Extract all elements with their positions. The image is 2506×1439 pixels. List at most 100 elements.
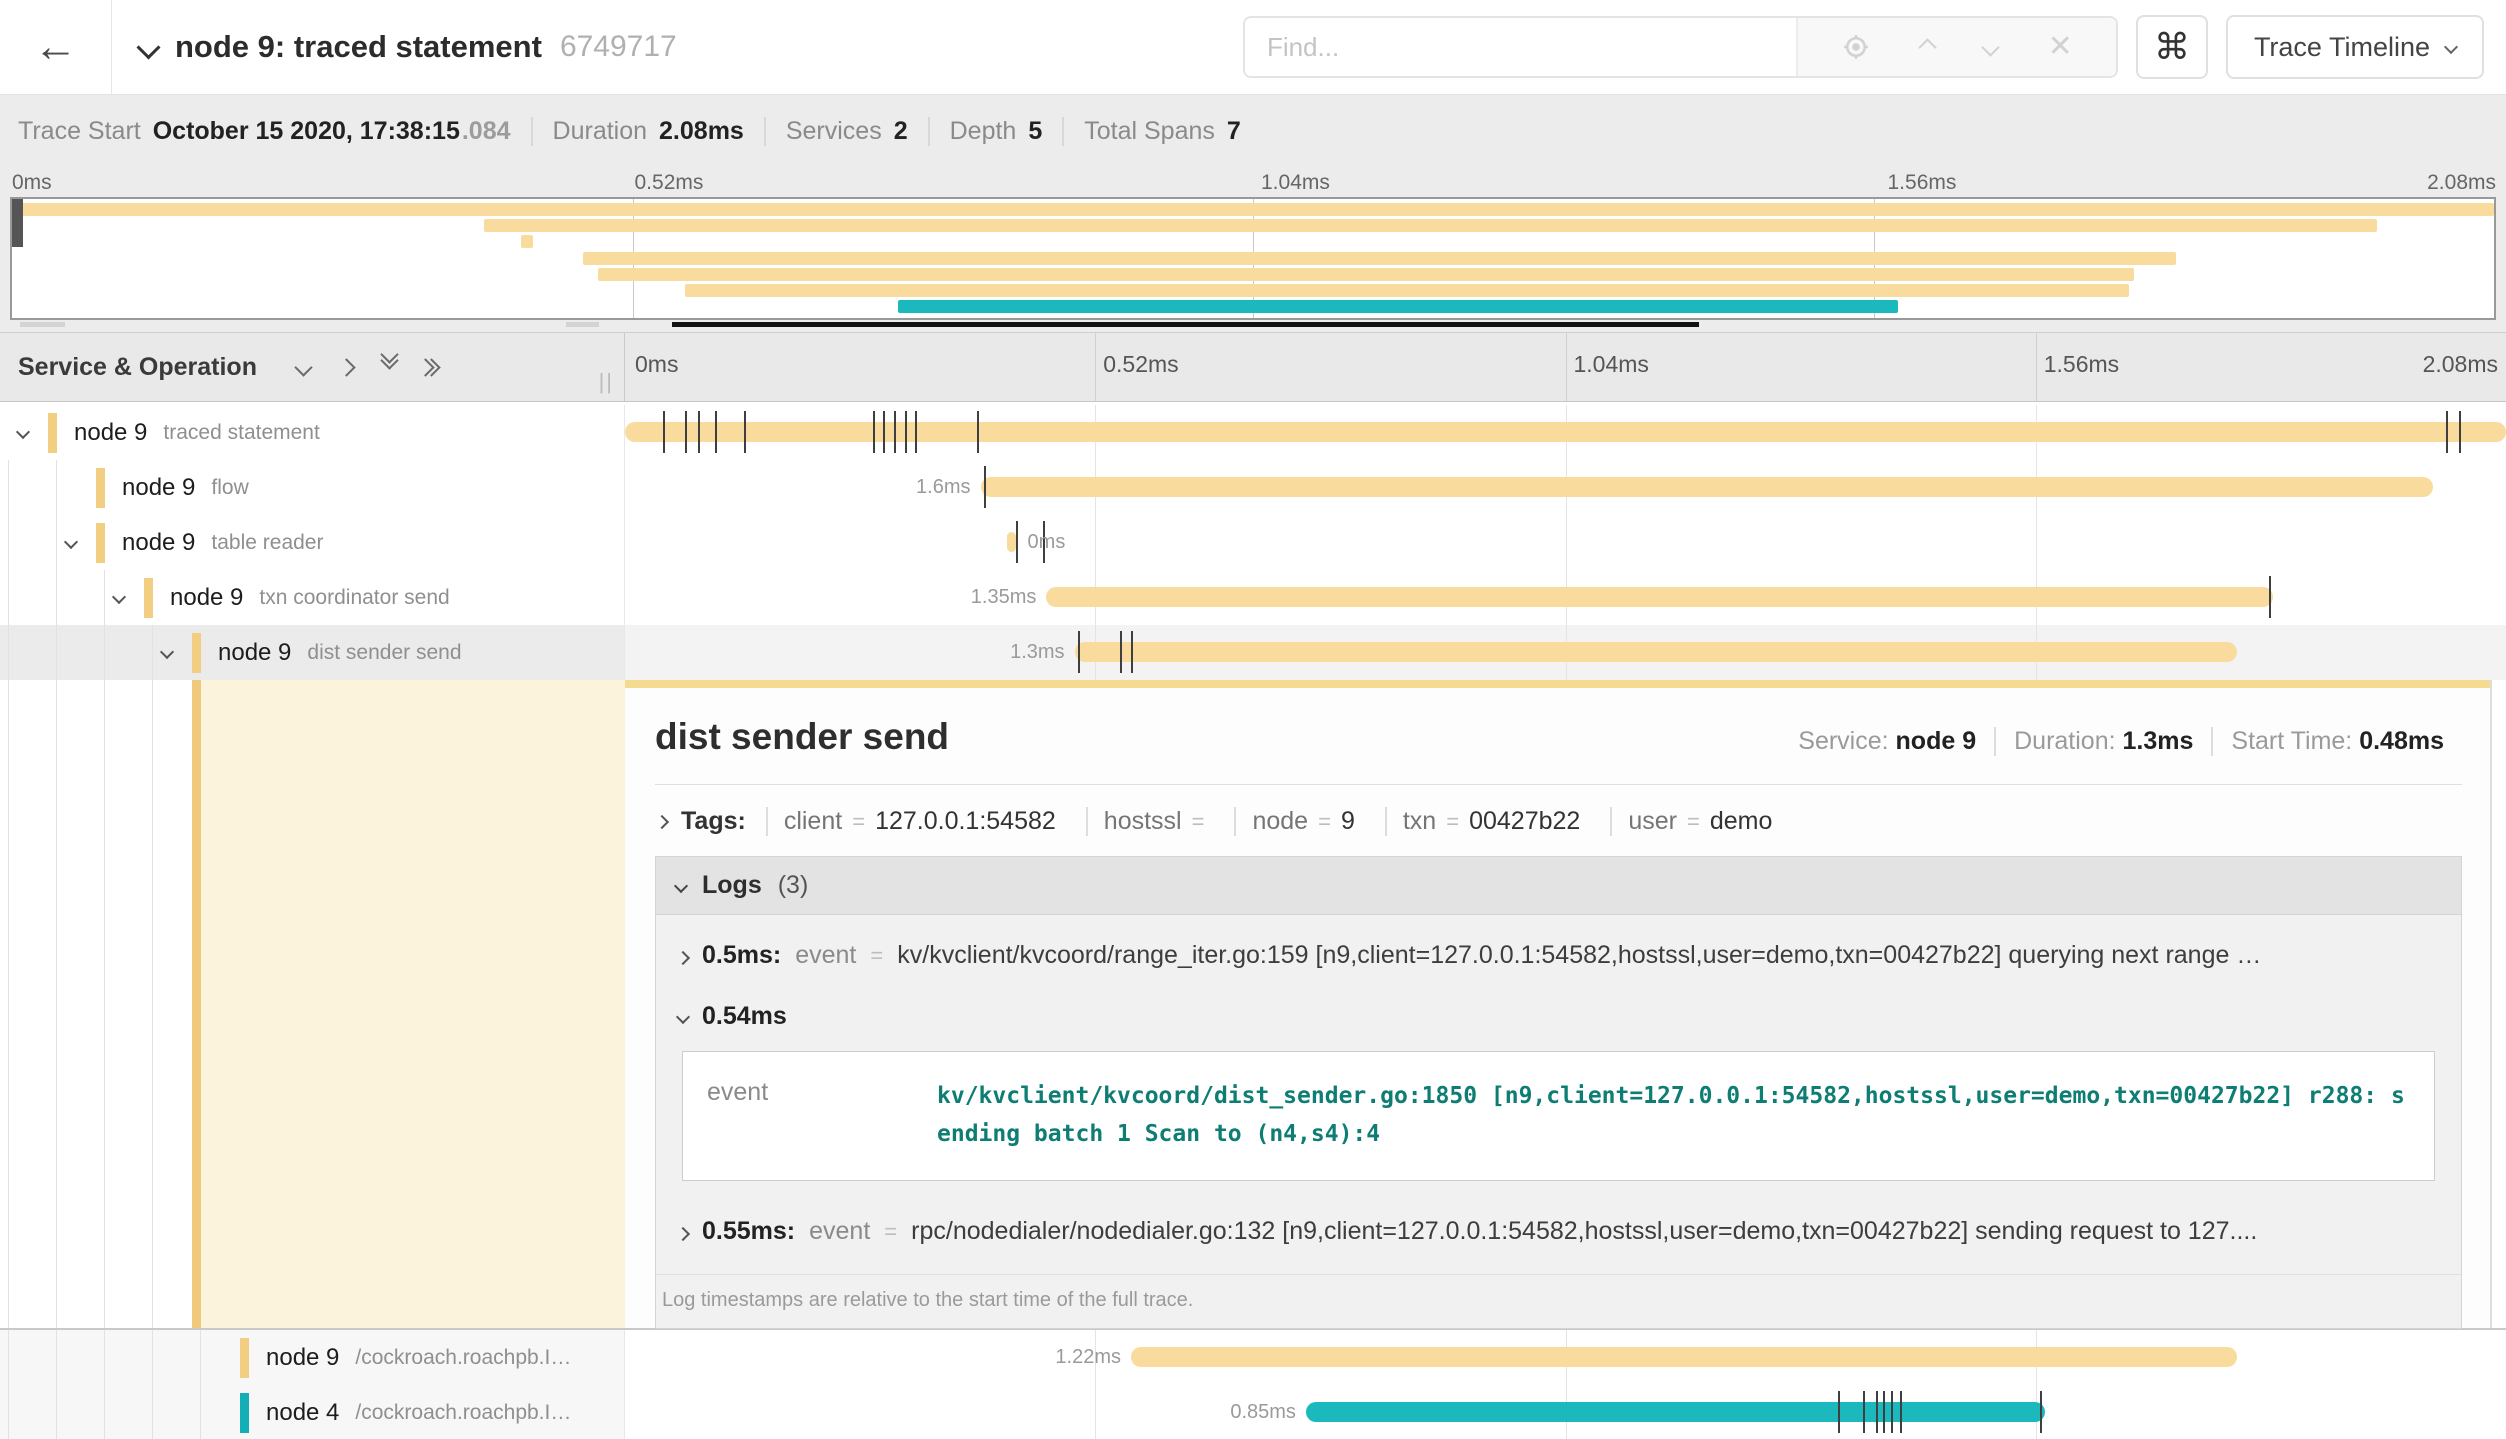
- tag-item[interactable]: user=demo: [1610, 807, 1788, 836]
- collapse-deep-icon[interactable]: [383, 355, 396, 379]
- span-expander[interactable]: [102, 589, 136, 607]
- span-row[interactable]: node 9flow1.6ms: [0, 460, 2506, 515]
- span-row[interactable]: node 9/cockroach.roachpb.I…1.22ms: [0, 1330, 2506, 1385]
- span-timeline-cell[interactable]: [625, 405, 2506, 460]
- minimap-scroll-indicator[interactable]: [672, 322, 1699, 327]
- timeline-gridline: [1566, 515, 1567, 570]
- span-log-tick: [1876, 1391, 1878, 1433]
- view-selector-label: Trace Timeline: [2254, 32, 2430, 63]
- span-log-tick: [698, 411, 700, 453]
- span-name-cell[interactable]: node 9traced statement: [0, 405, 625, 460]
- column-resize-grip[interactable]: ||: [599, 369, 614, 395]
- detail-meta-label: Start Time:: [2231, 727, 2359, 755]
- span-expander[interactable]: [54, 534, 88, 552]
- span-timeline-cell[interactable]: 1.3ms: [625, 625, 2506, 680]
- tag-item[interactable]: txn=00427b22: [1385, 807, 1596, 836]
- equals-sign: =: [870, 943, 883, 969]
- keyboard-shortcuts-button[interactable]: ⌘: [2136, 15, 2208, 79]
- span-service-name: node 9: [218, 639, 291, 667]
- log-entry-collapsed[interactable]: 0.5ms: event = kv/kvclient/kvcoord/range…: [656, 915, 2461, 978]
- span-service-name: node 9: [74, 419, 147, 447]
- logs-count: (3): [778, 871, 809, 900]
- span-duration-bar[interactable]: [981, 477, 2433, 497]
- tree-indent-guide: [104, 625, 105, 680]
- span-timeline-cell[interactable]: 1.35ms: [625, 570, 2506, 625]
- span-row[interactable]: node 9traced statement: [0, 405, 2506, 460]
- span-duration-bar[interactable]: [1306, 1402, 2045, 1422]
- span-row[interactable]: node 4/cockroach.roachpb.I…0.85ms: [0, 1385, 2506, 1439]
- trace-title-area: node 9: traced statement 6749717: [112, 0, 1243, 94]
- span-duration-bar[interactable]: [1131, 1347, 2237, 1367]
- trace-minimap[interactable]: 0ms0.52ms1.04ms1.56ms2.08ms: [0, 167, 2506, 332]
- next-result-icon[interactable]: [1982, 38, 2000, 56]
- minimap-tick-label: 1.04ms: [1261, 171, 1330, 195]
- span-log-tick: [905, 411, 907, 453]
- log-entry-expanded-header[interactable]: 0.54ms: [656, 978, 2461, 1037]
- locate-icon[interactable]: [1841, 32, 1871, 62]
- tag-key: user: [1628, 807, 1677, 836]
- span-service-name: node 9: [122, 474, 195, 502]
- tags-expand-chevron-icon[interactable]: [655, 814, 669, 828]
- span-expander[interactable]: [150, 644, 184, 662]
- back-button[interactable]: ←: [0, 0, 112, 94]
- span-name-cell[interactable]: node 9dist sender send: [0, 625, 625, 680]
- minimap-scroll-mark: [20, 322, 65, 327]
- prev-result-icon[interactable]: [1919, 38, 1937, 56]
- logs-body: 0.5ms: event = kv/kvclient/kvcoord/range…: [656, 915, 2461, 1328]
- span-timeline-cell[interactable]: 1.6ms: [625, 460, 2506, 515]
- chevron-down-icon: [64, 534, 78, 548]
- detail-meta-value: 1.3ms: [2123, 727, 2194, 755]
- tags-row[interactable]: Tags: client=127.0.0.1:54582hostssl=node…: [655, 785, 2462, 856]
- detail-meta-label: Duration:: [2014, 727, 2122, 755]
- minimap-canvas[interactable]: [10, 197, 2496, 320]
- span-service-name: node 9: [170, 584, 243, 612]
- span-row[interactable]: node 9txn coordinator send1.35ms: [0, 570, 2506, 625]
- view-selector-button[interactable]: Trace Timeline: [2226, 15, 2484, 79]
- span-name-cell[interactable]: node 9txn coordinator send: [0, 570, 625, 625]
- tag-item[interactable]: node=9: [1234, 807, 1370, 836]
- span-log-tick: [1900, 1391, 1902, 1433]
- span-duration-bar[interactable]: [1075, 642, 2237, 662]
- log-time: 0.54ms: [702, 1002, 787, 1031]
- span-log-tick: [1131, 631, 1133, 673]
- trace-title: node 9: traced statement: [175, 29, 542, 65]
- span-service-name: node 9: [266, 1344, 339, 1372]
- summary-value-muted: .084: [462, 117, 511, 146]
- find-input[interactable]: [1245, 18, 1796, 76]
- log-field-value: kv/kvclient/kvcoord/dist_sender.go:1850 …: [937, 1078, 2410, 1154]
- span-timeline-cell[interactable]: 0ms: [625, 515, 2506, 570]
- logs-header[interactable]: Logs (3): [656, 857, 2461, 915]
- back-arrow-icon[interactable]: ←: [34, 22, 78, 72]
- clear-search-icon[interactable]: ✕: [2048, 32, 2073, 62]
- span-duration-bar[interactable]: [1046, 587, 2272, 607]
- collapse-all-icon[interactable]: [294, 358, 312, 376]
- span-row[interactable]: node 9table reader0ms: [0, 515, 2506, 570]
- log-expand-chevron-icon: [676, 951, 690, 965]
- detail-title-bar: dist sender send Service: node 9Duration…: [655, 716, 2462, 785]
- expand-one-icon[interactable]: [337, 358, 355, 376]
- tag-key: client: [784, 807, 842, 836]
- span-timeline-cell[interactable]: 0.85ms: [625, 1385, 2506, 1439]
- tag-item[interactable]: hostssl=: [1086, 807, 1221, 836]
- log-entry-collapsed[interactable]: 0.55ms: event = rpc/nodedialer/nodediale…: [656, 1191, 2461, 1254]
- minimap-viewport-handle[interactable]: [12, 199, 23, 247]
- span-duration-bar[interactable]: [1007, 532, 1016, 552]
- tag-item[interactable]: client=127.0.0.1:54582: [766, 807, 1072, 836]
- span-expander[interactable]: [6, 424, 40, 442]
- collapse-trace-chevron-icon[interactable]: [136, 35, 160, 59]
- span-timeline-cell[interactable]: 1.22ms: [625, 1330, 2506, 1385]
- tree-indent-guide: [104, 1385, 105, 1439]
- summary-value: 2.08ms: [659, 117, 744, 146]
- equals-sign: =: [1318, 809, 1331, 835]
- expand-all-icon[interactable]: [426, 361, 438, 374]
- detail-meta-item: Start Time: 0.48ms: [2211, 727, 2462, 756]
- span-name-cell[interactable]: node 9flow: [0, 460, 625, 515]
- detail-meta-label: Service:: [1798, 727, 1895, 755]
- span-row[interactable]: node 9dist sender send1.3ms: [0, 625, 2506, 680]
- span-name-cell[interactable]: node 9table reader: [0, 515, 625, 570]
- minimap-span-bar: [685, 284, 2130, 297]
- span-name-cell[interactable]: node 4/cockroach.roachpb.I…: [0, 1385, 625, 1439]
- span-color-marker: [240, 1393, 249, 1433]
- span-name-cell[interactable]: node 9/cockroach.roachpb.I…: [0, 1330, 625, 1385]
- span-log-tick: [977, 411, 979, 453]
